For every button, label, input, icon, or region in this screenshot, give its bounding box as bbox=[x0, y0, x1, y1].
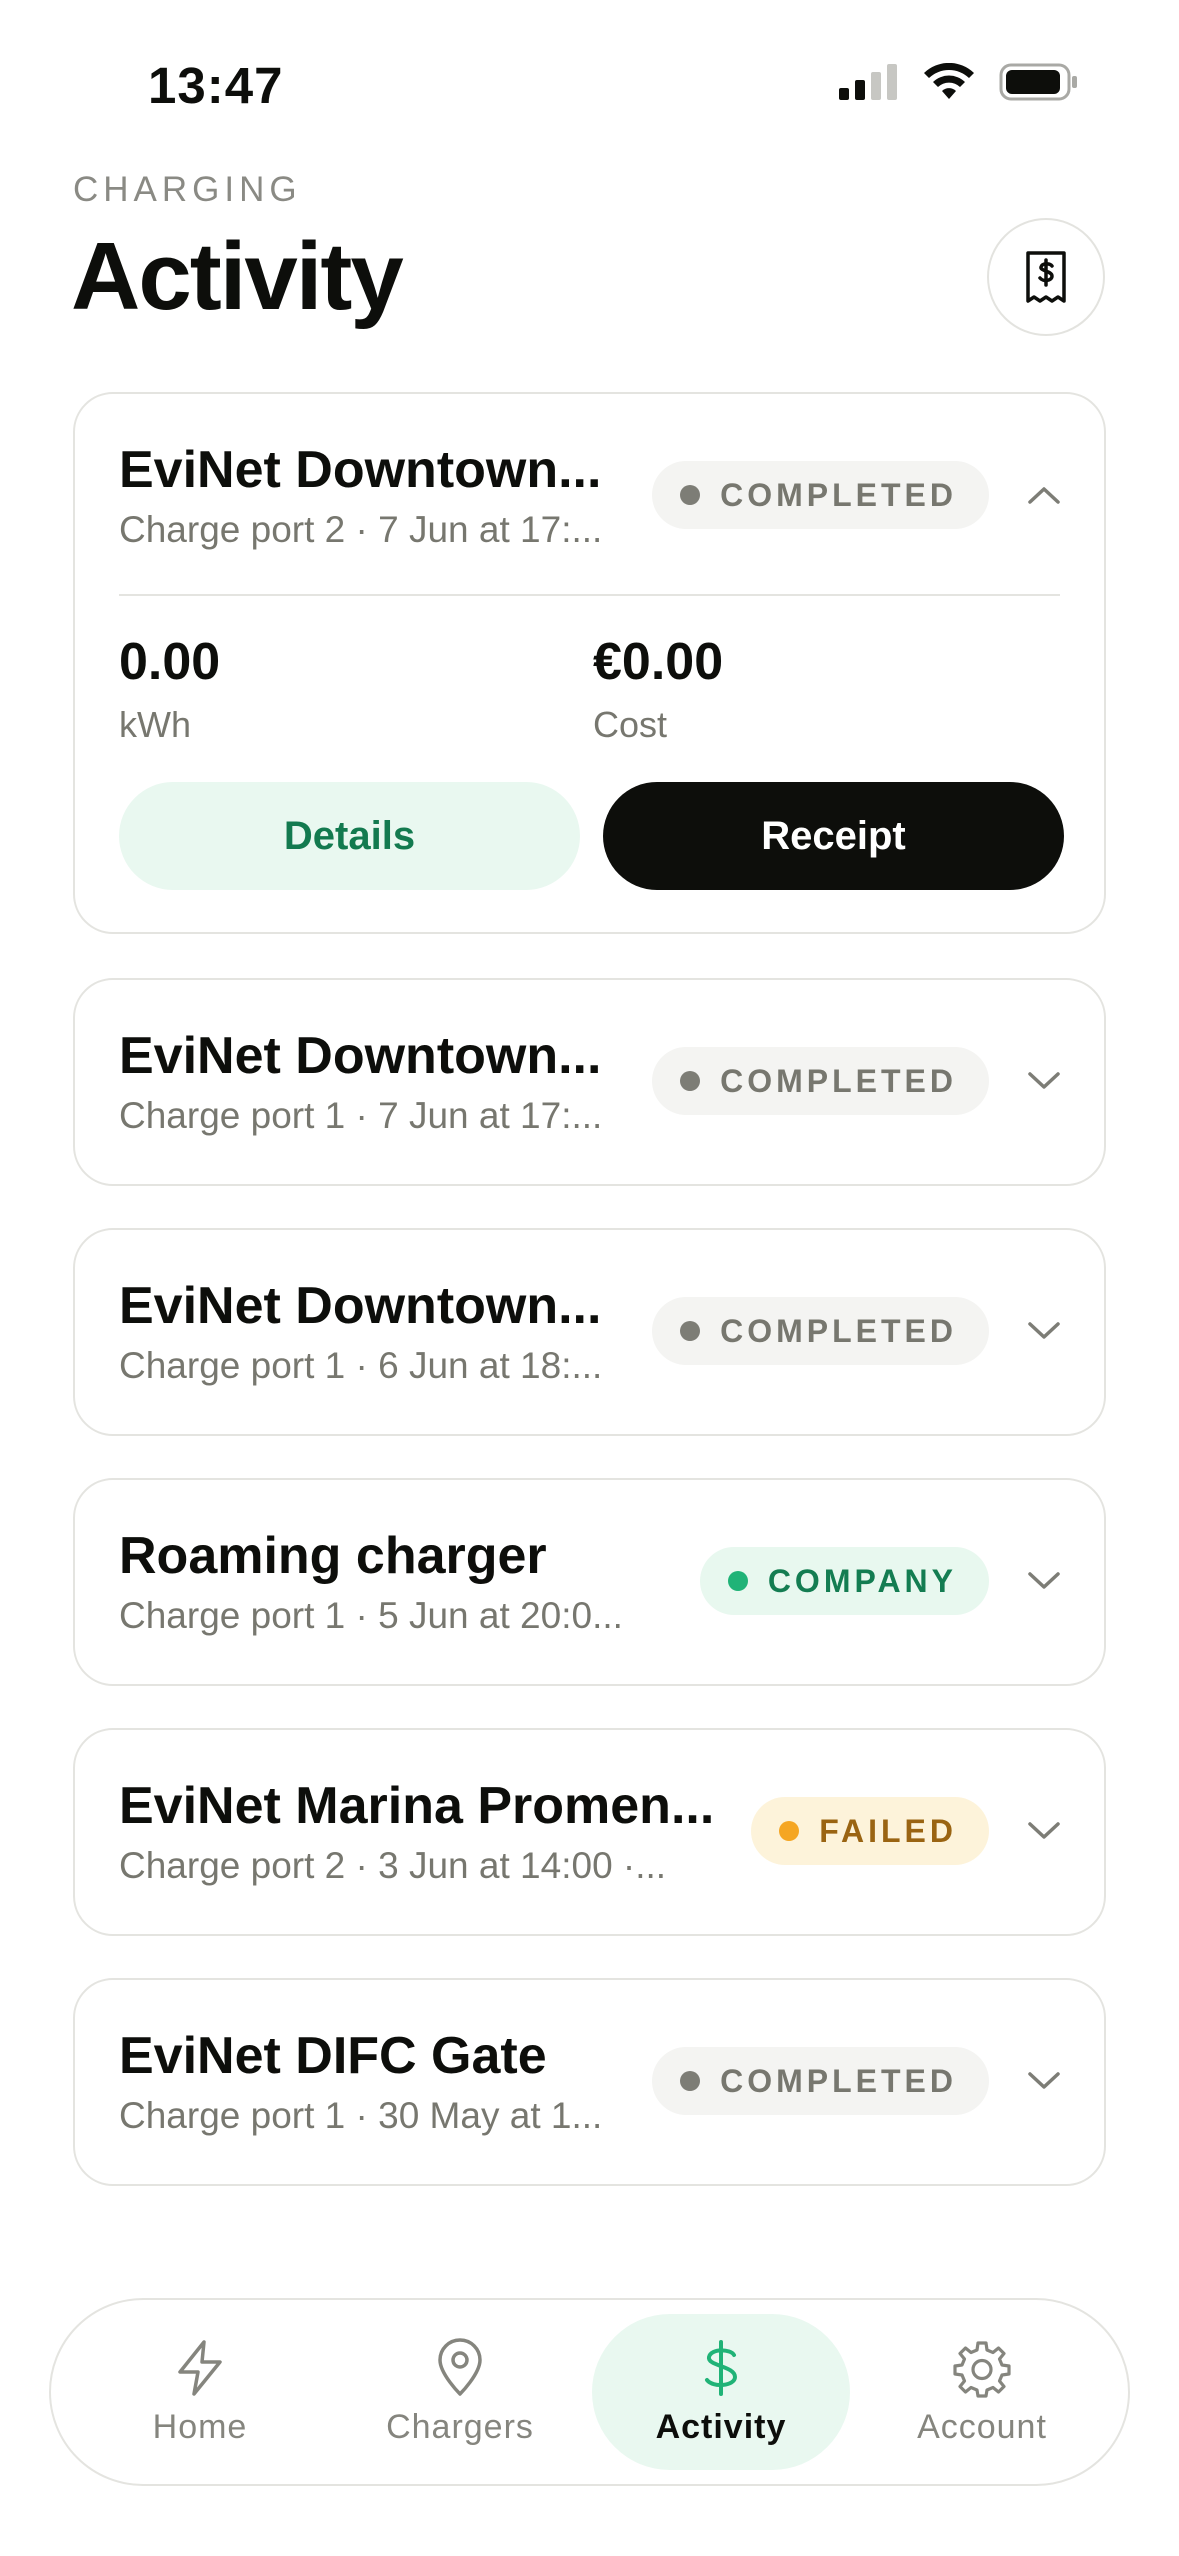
status-dot bbox=[680, 485, 701, 505]
status-badge: COMPLETED bbox=[652, 1297, 989, 1365]
status-dot bbox=[680, 1321, 701, 1341]
status-badge-label: COMPLETED bbox=[720, 1062, 957, 1099]
session-subtitle: Charge port 1 · 5 Jun at 20:0... bbox=[119, 1595, 623, 1636]
session-subtitle: Charge port 1 · 6 Jun at 18:... bbox=[119, 1345, 603, 1386]
dollar-icon bbox=[705, 2339, 738, 2396]
receipt-button[interactable]: Receipt bbox=[603, 782, 1064, 890]
tab-activity-label: Activity bbox=[655, 2407, 787, 2446]
tab-account-label: Account bbox=[917, 2407, 1047, 2446]
bottom-tab-bar: Home Chargers Activity Account bbox=[49, 2298, 1130, 2486]
session-title: EviNet Downtown... bbox=[119, 441, 602, 499]
status-badge: COMPLETED bbox=[652, 1047, 989, 1115]
status-icons bbox=[839, 62, 1079, 102]
cost-label: Cost bbox=[593, 704, 668, 745]
expand-toggle[interactable] bbox=[1026, 2066, 1062, 2096]
status-badge-label: COMPANY bbox=[767, 1562, 957, 1599]
card-divider bbox=[119, 594, 1060, 596]
cost-value: €0.00 bbox=[593, 633, 724, 691]
session-title: EviNet Downtown... bbox=[119, 1027, 602, 1085]
chevron-down-icon bbox=[1028, 1822, 1060, 1839]
session-title: EviNet Downtown... bbox=[119, 1277, 602, 1335]
session-subtitle: Charge port 1 · 30 May at 1... bbox=[119, 2095, 603, 2136]
receipts-button[interactable] bbox=[987, 218, 1105, 336]
expand-toggle[interactable] bbox=[1026, 1566, 1062, 1596]
status-dot bbox=[727, 1571, 748, 1591]
section-eyebrow: CHARGING bbox=[73, 170, 302, 209]
collapse-toggle[interactable] bbox=[1026, 480, 1062, 510]
details-button[interactable]: Details bbox=[119, 782, 580, 890]
bolt-icon bbox=[178, 2339, 222, 2396]
session-title: Roaming charger bbox=[119, 1527, 547, 1585]
expand-toggle[interactable] bbox=[1026, 1316, 1062, 1346]
chevron-down-icon bbox=[1028, 1572, 1060, 1589]
session-card[interactable]: EviNet Downtown... Charge port 1 · 7 Jun… bbox=[73, 978, 1106, 1186]
session-card[interactable]: EviNet Downtown... Charge port 1 · 6 Jun… bbox=[73, 1228, 1106, 1436]
session-card[interactable]: EviNet Marina Promen... Charge port 2 · … bbox=[73, 1728, 1106, 1936]
status-dot bbox=[779, 1821, 800, 1841]
status-badge-label: COMPLETED bbox=[720, 2062, 957, 2099]
energy-label: kWh bbox=[119, 704, 191, 745]
tab-chargers[interactable]: Chargers bbox=[331, 2314, 589, 2470]
status-badge-label: COMPLETED bbox=[720, 476, 957, 513]
status-dot bbox=[680, 1071, 701, 1091]
status-badge: COMPLETED bbox=[652, 2047, 989, 2115]
energy-value: 0.00 bbox=[119, 633, 221, 691]
tab-activity[interactable]: Activity bbox=[592, 2314, 850, 2470]
expand-toggle[interactable] bbox=[1026, 1816, 1062, 1846]
chevron-up-icon bbox=[1028, 487, 1060, 504]
status-badge-label: COMPLETED bbox=[720, 1312, 957, 1349]
tab-home-label: Home bbox=[152, 2407, 248, 2446]
chevron-down-icon bbox=[1028, 1072, 1060, 1089]
battery-icon bbox=[999, 63, 1077, 101]
session-card[interactable]: Roaming charger Charge port 1 · 5 Jun at… bbox=[73, 1478, 1106, 1686]
session-subtitle: Charge port 1 · 7 Jun at 17:... bbox=[119, 1095, 603, 1136]
session-subtitle: Charge port 2 · 3 Jun at 14:00 ·... bbox=[119, 1845, 667, 1886]
expand-toggle[interactable] bbox=[1026, 1066, 1062, 1096]
tab-home[interactable]: Home bbox=[71, 2314, 329, 2470]
session-subtitle: Charge port 2 · 7 Jun at 17:... bbox=[119, 509, 603, 550]
chevron-down-icon bbox=[1028, 2072, 1060, 2089]
page-title: Activity bbox=[71, 223, 404, 330]
session-card[interactable]: EviNet DIFC Gate Charge port 1 · 30 May … bbox=[73, 1978, 1106, 2186]
activity-screen: 13:47 CHARGING Activity EviNet Downtown.… bbox=[0, 0, 1179, 2556]
status-badge-label: FAILED bbox=[819, 1812, 957, 1849]
status-time: 13:47 bbox=[148, 57, 284, 114]
status-badge: FAILED bbox=[751, 1797, 989, 1865]
session-title: EviNet Marina Promen... bbox=[119, 1777, 715, 1835]
tab-account[interactable]: Account bbox=[853, 2314, 1111, 2470]
map-pin-icon bbox=[438, 2337, 482, 2396]
status-badge: COMPLETED bbox=[652, 461, 989, 529]
tab-chargers-label: Chargers bbox=[386, 2407, 534, 2446]
status-badge: COMPANY bbox=[699, 1547, 989, 1615]
session-title: EviNet DIFC Gate bbox=[119, 2027, 547, 2085]
status-dot bbox=[680, 2071, 701, 2091]
cellular-signal-icon bbox=[839, 64, 897, 100]
wifi-icon bbox=[924, 63, 974, 99]
chevron-down-icon bbox=[1028, 1322, 1060, 1339]
session-card-expanded[interactable]: EviNet Downtown... Charge port 2 · 7 Jun… bbox=[73, 392, 1106, 934]
receipt-icon bbox=[1026, 251, 1066, 303]
gear-icon bbox=[953, 2340, 1011, 2398]
